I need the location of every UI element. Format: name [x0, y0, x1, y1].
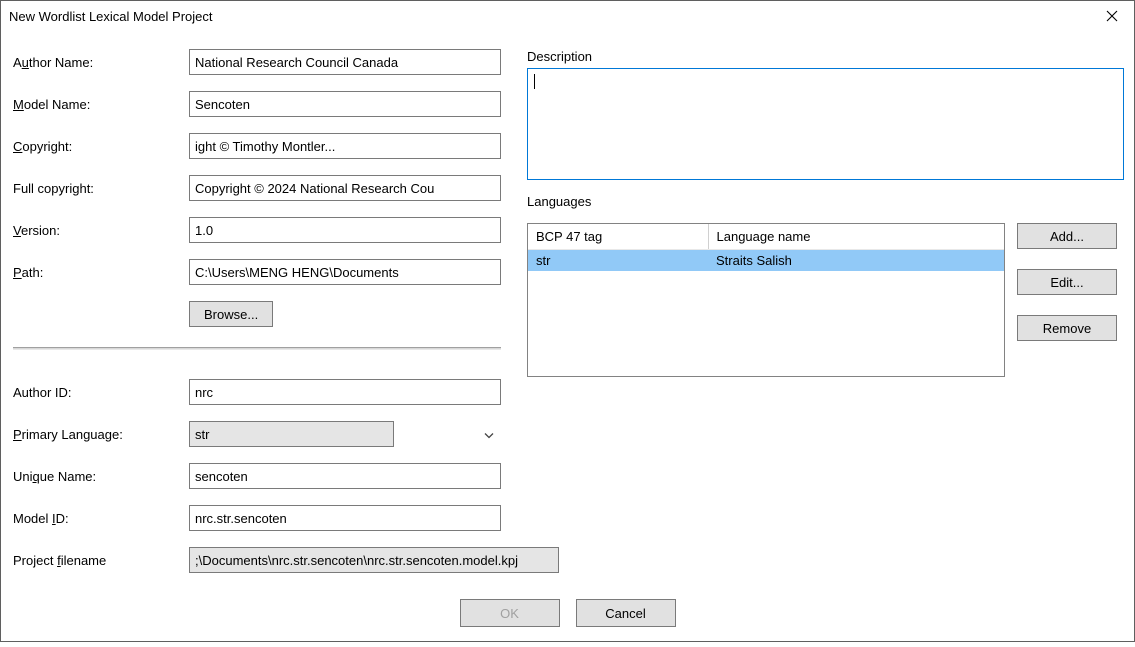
author-name-label: Author Name:: [13, 55, 181, 70]
unique-name-label: Unique Name:: [13, 469, 181, 484]
table-row[interactable]: strStraits Salish: [528, 250, 1004, 272]
model-name-label: Model Name:: [13, 97, 181, 112]
ok-button[interactable]: OK: [460, 599, 560, 627]
cancel-button[interactable]: Cancel: [576, 599, 676, 627]
author-name-input[interactable]: [189, 49, 501, 75]
dialog-window: New Wordlist Lexical Model Project Autho…: [0, 0, 1135, 642]
divider: [13, 347, 501, 351]
close-icon: [1106, 10, 1118, 22]
close-button[interactable]: [1089, 1, 1134, 31]
copyright-label: Copyright:: [13, 139, 181, 154]
description-textarea[interactable]: [527, 68, 1124, 180]
lang-cell-tag: str: [528, 250, 708, 272]
browse-button[interactable]: Browse...: [189, 301, 273, 327]
full-copyright-input[interactable]: [189, 175, 501, 201]
model-id-label: Model ID:: [13, 511, 181, 526]
author-id-input[interactable]: [189, 379, 501, 405]
version-label: Version:: [13, 223, 181, 238]
remove-language-button[interactable]: Remove: [1017, 315, 1117, 341]
chevron-down-icon: [484, 427, 494, 442]
copyright-input[interactable]: [189, 133, 501, 159]
path-input[interactable]: [189, 259, 501, 285]
path-label: Path:: [13, 265, 181, 280]
project-filename-input: [189, 547, 559, 573]
primary-language-select[interactable]: [189, 421, 394, 447]
titlebar: New Wordlist Lexical Model Project: [1, 1, 1134, 31]
model-name-input[interactable]: [189, 91, 501, 117]
languages-label: Languages: [527, 194, 1124, 209]
full-copyright-label: Full copyright:: [13, 181, 181, 196]
window-title: New Wordlist Lexical Model Project: [9, 9, 213, 24]
project-filename-label: Project filename: [13, 553, 181, 568]
lang-col-name[interactable]: Language name: [708, 224, 1004, 250]
model-id-input[interactable]: [189, 505, 501, 531]
edit-language-button[interactable]: Edit...: [1017, 269, 1117, 295]
version-input[interactable]: [189, 217, 501, 243]
description-label: Description: [527, 49, 1124, 64]
primary-language-label: Primary Language:: [13, 427, 181, 442]
add-language-button[interactable]: Add...: [1017, 223, 1117, 249]
lang-cell-name: Straits Salish: [708, 250, 1004, 272]
languages-table[interactable]: BCP 47 tag Language name strStraits Sali…: [527, 223, 1005, 377]
lang-col-tag[interactable]: BCP 47 tag: [528, 224, 708, 250]
unique-name-input[interactable]: [189, 463, 501, 489]
author-id-label: Author ID:: [13, 385, 181, 400]
